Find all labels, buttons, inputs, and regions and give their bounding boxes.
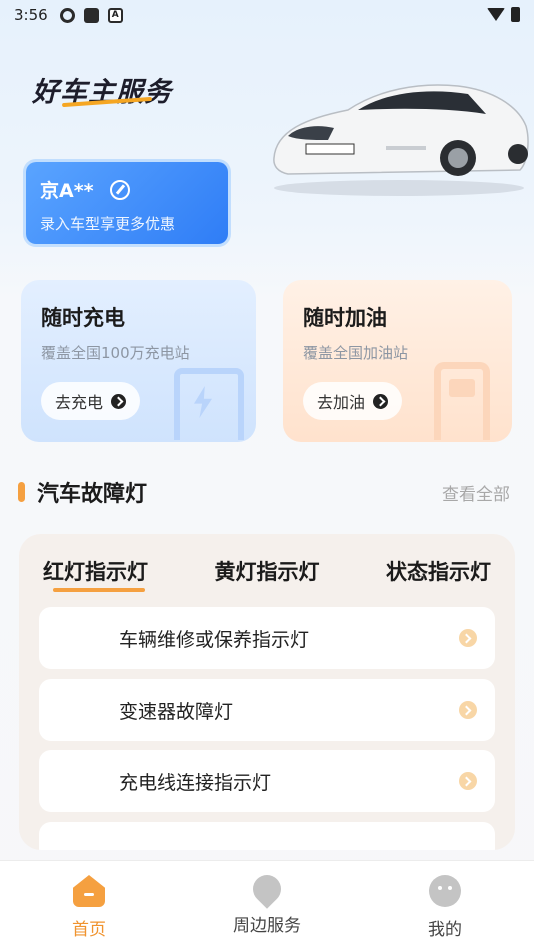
home-icon: [73, 875, 105, 907]
list-item[interactable]: 车辆维修或保养指示灯: [39, 607, 495, 669]
go-refuel-button[interactable]: 去加油: [303, 382, 403, 420]
charging-station-icon: [174, 368, 244, 440]
chevron-right-icon: [459, 629, 477, 647]
section-title: 汽车故障灯: [37, 482, 148, 507]
nav-home-label: 首页: [72, 920, 106, 940]
status-time: 3:56: [14, 6, 48, 24]
charge-title: 随时充电: [41, 306, 125, 330]
list-item-label: 充电线连接指示灯: [119, 771, 272, 794]
chevron-right-icon: [459, 701, 477, 719]
plate-card[interactable]: 京A** 录入车型享更多优惠: [26, 162, 228, 244]
nav-mine[interactable]: 我的: [356, 861, 534, 950]
section-marker: [18, 482, 25, 502]
chevron-right-icon: [459, 772, 477, 790]
app-notification-icon: [83, 7, 99, 23]
nav-nearby[interactable]: 周边服务: [178, 861, 356, 950]
list-item-label: 变速器故障灯: [119, 700, 234, 723]
location-pin-icon: [247, 869, 287, 909]
fault-lights-panel: 红灯指示灯 黄灯指示灯 状态指示灯 车辆维修或保养指示灯 变速器故障灯 充电线连…: [19, 534, 515, 850]
tab-red-lights[interactable]: 红灯指示灯: [43, 556, 148, 592]
fuel-subtitle: 覆盖全国加油站: [303, 344, 409, 362]
list-item-partial[interactable]: [39, 822, 495, 850]
light-tabs: 红灯指示灯 黄灯指示灯 状态指示灯: [19, 534, 515, 592]
nav-mine-label: 我的: [428, 920, 462, 940]
fuel-title: 随时加油: [303, 306, 387, 330]
go-refuel-label: 去加油: [317, 393, 366, 412]
charge-card[interactable]: 随时充电 覆盖全国100万充电站 去充电: [21, 280, 256, 442]
profile-icon: [429, 875, 461, 907]
list-item[interactable]: 充电线连接指示灯: [39, 750, 495, 812]
list-item[interactable]: 变速器故障灯: [39, 679, 495, 741]
charge-subtitle: 覆盖全国100万充电站: [41, 344, 190, 362]
list-item-label: 车辆维修或保养指示灯: [119, 628, 310, 651]
arrow-right-icon: [111, 393, 127, 409]
view-all-link[interactable]: 查看全部: [442, 480, 510, 505]
car-image: [273, 84, 529, 196]
fuel-pump-icon: [434, 362, 490, 440]
fault-lights-header: 汽车故障灯 查看全部: [18, 476, 510, 508]
fuel-card[interactable]: 随时加油 覆盖全国加油站 去加油: [283, 280, 512, 442]
wifi-icon: [487, 8, 505, 21]
bottom-nav: 首页 周边服务 我的: [0, 860, 534, 950]
go-charge-label: 去充电: [55, 393, 104, 412]
battery-icon: [511, 7, 520, 22]
tab-status-lights[interactable]: 状态指示灯: [386, 556, 491, 586]
tab-yellow-lights[interactable]: 黄灯指示灯: [215, 556, 320, 586]
a-notification-icon: A: [107, 7, 123, 23]
edit-icon[interactable]: [109, 179, 130, 200]
status-bar: 3:56 A: [0, 0, 534, 30]
plate-subtitle: 录入车型享更多优惠: [40, 215, 176, 233]
plate-number: 京A**: [40, 180, 94, 202]
nav-nearby-label: 周边服务: [233, 916, 301, 936]
status-right: [487, 7, 520, 22]
arrow-right-icon: [373, 393, 389, 409]
go-charge-button[interactable]: 去充电: [41, 382, 141, 420]
sync-icon: [59, 7, 75, 23]
nav-home[interactable]: 首页: [0, 861, 178, 950]
